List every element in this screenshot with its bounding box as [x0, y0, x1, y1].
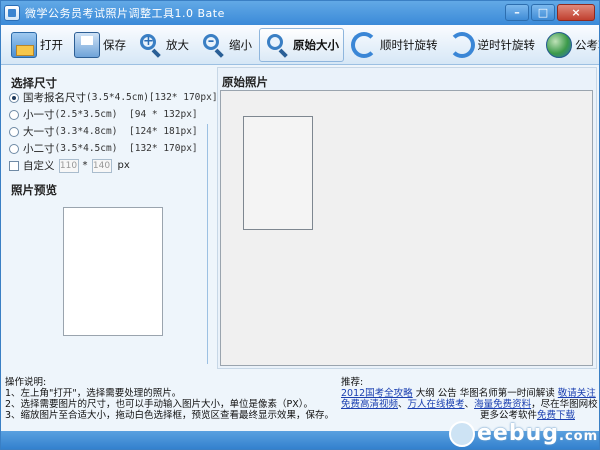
zoom-out-label: 缩小 [229, 37, 252, 52]
size-option-dimensions: (3.5*4.5cm) [54, 143, 118, 154]
size-option-pixels: [132* 170px] [148, 92, 218, 103]
rotate-counterclockwise-label: 逆时针旋转 [477, 37, 536, 52]
size-option-dimensions: (3.3*4.8cm) [54, 126, 118, 137]
size-option-name: 小二寸 [23, 143, 55, 155]
left-panel: 选择尺寸 国考报名尺寸 (3.5*4.5cm) [132* 170px] 小一寸… [5, 69, 218, 369]
crop-selection-box[interactable] [243, 116, 313, 230]
zoom-in-label: 放大 [166, 37, 189, 52]
rotate-clockwise-icon [351, 31, 377, 58]
watermark-text: eebug.com [477, 421, 599, 446]
close-button[interactable]: × [557, 4, 595, 21]
photo-preview [63, 207, 163, 336]
follow-link[interactable]: 敬请关注 [558, 388, 596, 399]
original-size-label: 原始大小 [293, 37, 339, 52]
instructions: 操作说明: 1、左上角"打开"，选择需要处理的照片。 2、选择需要图片的尺寸，也… [5, 377, 335, 421]
divider [207, 124, 208, 364]
custom-size-row: 自定义 110 * 140 px [9, 158, 130, 173]
materials-link[interactable]: 海量免费资料 [474, 399, 531, 410]
exam-software-label: 公考软件 [575, 37, 599, 52]
recommend-text: 大纲 公告 华图名师第一时间解读 [412, 388, 558, 399]
open-label: 打开 [40, 37, 63, 52]
instruction-line: 3、缩放图片至合适大小，拖动白色选择框，预览区查看最终显示效果，保存。 [5, 410, 335, 421]
recommend-panel: 推荐: 2012国考全攻略 大纲 公告 华图名师第一时间解读 敬请关注 免费高清… [341, 377, 598, 421]
size-section-title: 选择尺寸 [11, 76, 57, 90]
size-option-name: 国考报名尺寸 [23, 92, 86, 104]
size-option-dimensions: (2.5*3.5cm) [54, 109, 118, 120]
folder-open-icon [11, 31, 37, 58]
watermark-logo-icon [449, 421, 475, 447]
size-option-name: 大一寸 [23, 126, 55, 138]
instructions-heading: 操作说明: [5, 377, 47, 388]
zoom-in-button[interactable]: + 放大 [133, 28, 193, 62]
window-title: 微学公务员考试照片调整工具1.0 Bate [25, 7, 225, 20]
radio-button[interactable] [9, 92, 19, 103]
custom-size-checkbox[interactable] [9, 160, 19, 171]
recommend-text: ，尽在华图网校 [531, 399, 598, 410]
rotate-clockwise-label: 顺时针旋转 [380, 37, 438, 52]
original-photo-panel: 原始照片 [217, 67, 597, 369]
app-icon [4, 5, 20, 21]
separator: 、 [398, 399, 408, 410]
zoom-out-icon: – [200, 32, 226, 58]
radio-button[interactable] [9, 126, 19, 137]
rotate-clockwise-button[interactable]: 顺时针旋转 [347, 28, 442, 62]
minimize-button[interactable]: – [505, 4, 529, 21]
radio-button[interactable] [9, 143, 19, 154]
custom-height-input[interactable]: 140 [91, 158, 112, 173]
size-option-small-two-inch[interactable]: 小二寸 (3.5*4.5cm) [132* 170px] [9, 141, 209, 156]
instruction-line: 1、左上角"打开"，选择需要处理的照片。 [5, 388, 182, 399]
size-option-pixels: [94 * 132px] [129, 109, 198, 120]
save-icon [74, 31, 100, 58]
watermark: eebug.com [449, 417, 597, 449]
save-label: 保存 [103, 37, 126, 52]
size-option-name: 小一寸 [23, 109, 55, 121]
size-option-dimensions: (3.5*4.5cm) [86, 92, 149, 103]
separator: 、 [464, 399, 475, 410]
radio-button[interactable] [9, 109, 19, 120]
custom-width-input[interactable]: 110 [58, 158, 79, 173]
window-controls: – □ × [505, 4, 595, 21]
original-photo-title: 原始照片 [222, 75, 268, 89]
zoom-out-button[interactable]: – 缩小 [196, 28, 256, 62]
size-option-national[interactable]: 国考报名尺寸 (3.5*4.5cm) [132* 170px] [9, 90, 218, 105]
title-bar: 微学公务员考试照片调整工具1.0 Bate – □ × [1, 1, 599, 25]
preview-section-title: 照片预览 [11, 183, 57, 197]
globe-icon [546, 31, 572, 58]
size-option-pixels: [132* 170px] [129, 143, 198, 154]
recommend-heading: 推荐: [341, 377, 364, 388]
size-option-large-one-inch[interactable]: 大一寸 (3.3*4.8cm) [124* 181px] [9, 124, 209, 139]
size-option-small-one-inch[interactable]: 小一寸 (2.5*3.5cm) [94 * 132px] [9, 107, 209, 122]
unit-label: px [117, 160, 130, 171]
exam-software-button[interactable]: 公考软件 [542, 28, 599, 62]
save-button[interactable]: 保存 [70, 28, 130, 62]
maximize-button[interactable]: □ [531, 4, 555, 21]
guide-link[interactable]: 2012国考全攻略 [341, 388, 413, 399]
instruction-line: 2、选择需要图片的尺寸，也可以手动输入图片大小，单位是像素（PX）。 [5, 399, 314, 410]
app-window: 微学公务员考试照片调整工具1.0 Bate – □ × 打开 保存 + 放大 – [0, 0, 600, 450]
custom-size-label: 自定义 [23, 160, 55, 172]
original-size-button[interactable]: 原始大小 [259, 27, 344, 62]
zoom-in-icon: + [137, 32, 163, 58]
rotate-counterclockwise-icon [448, 31, 475, 58]
video-link[interactable]: 免费高清视频 [341, 399, 398, 410]
recommend-line: 免费高清视频、万人在线模考、海量免费资料，尽在华图网校 [341, 399, 598, 410]
magnifier-icon [264, 32, 290, 58]
mock-exam-link[interactable]: 万人在线模考 [408, 399, 465, 410]
toolbar: 打开 保存 + 放大 – 缩小 原始大小 顺时针旋转 逆时针旋转 公考 [1, 25, 599, 65]
recommend-line: 2012国考全攻略 大纲 公告 华图名师第一时间解读 敬请关注 [341, 388, 597, 399]
original-photo-canvas[interactable] [220, 90, 593, 366]
rotate-counterclockwise-button[interactable]: 逆时针旋转 [445, 28, 540, 62]
size-option-pixels: [124* 181px] [129, 126, 198, 137]
open-button[interactable]: 打开 [7, 28, 67, 62]
times-symbol: * [82, 160, 88, 171]
